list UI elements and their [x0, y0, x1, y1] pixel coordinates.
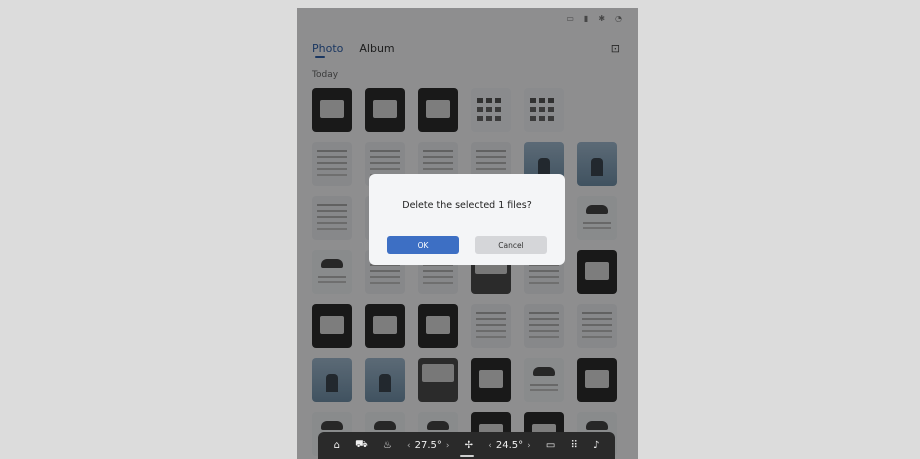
dialog-message: Delete the selected 1 files?	[402, 200, 532, 211]
fan-active-indicator	[460, 455, 474, 457]
defrost-icon[interactable]: ♨	[383, 440, 392, 451]
left-temp-value: 27.5°	[414, 440, 442, 451]
left-temp-decrease-icon[interactable]: ‹	[407, 441, 411, 451]
apps-icon[interactable]: ⠿	[571, 440, 578, 451]
media-icon[interactable]: ▭	[546, 440, 555, 451]
car-icon[interactable]: ⛟	[355, 439, 368, 452]
left-temp-increase-icon[interactable]: ›	[446, 441, 450, 451]
home-icon[interactable]: ⌂	[334, 440, 340, 451]
climate-dock: ⌂ ⛟ ♨ ‹ 27.5° › ✢ ‹ 24.5° › ▭ ⠿ ♪	[318, 432, 615, 459]
right-temp-value: 24.5°	[495, 440, 524, 451]
gallery-screen: ▭ ▮ ✱ ◔ Photo Album ⊡ Today Delete the s…	[297, 8, 638, 459]
right-temp-increase-icon[interactable]: ›	[527, 441, 531, 451]
ok-button[interactable]: OK	[387, 236, 459, 254]
right-temp-control: ‹ 24.5° ›	[488, 440, 530, 451]
right-temp-decrease-icon[interactable]: ‹	[488, 441, 492, 451]
delete-confirm-dialog: Delete the selected 1 files? OK Cancel	[369, 174, 565, 265]
cancel-button[interactable]: Cancel	[475, 236, 547, 254]
left-temp-control: ‹ 27.5° ›	[407, 440, 449, 451]
music-icon[interactable]: ♪	[593, 440, 599, 451]
fan-icon[interactable]: ✢	[465, 440, 473, 451]
